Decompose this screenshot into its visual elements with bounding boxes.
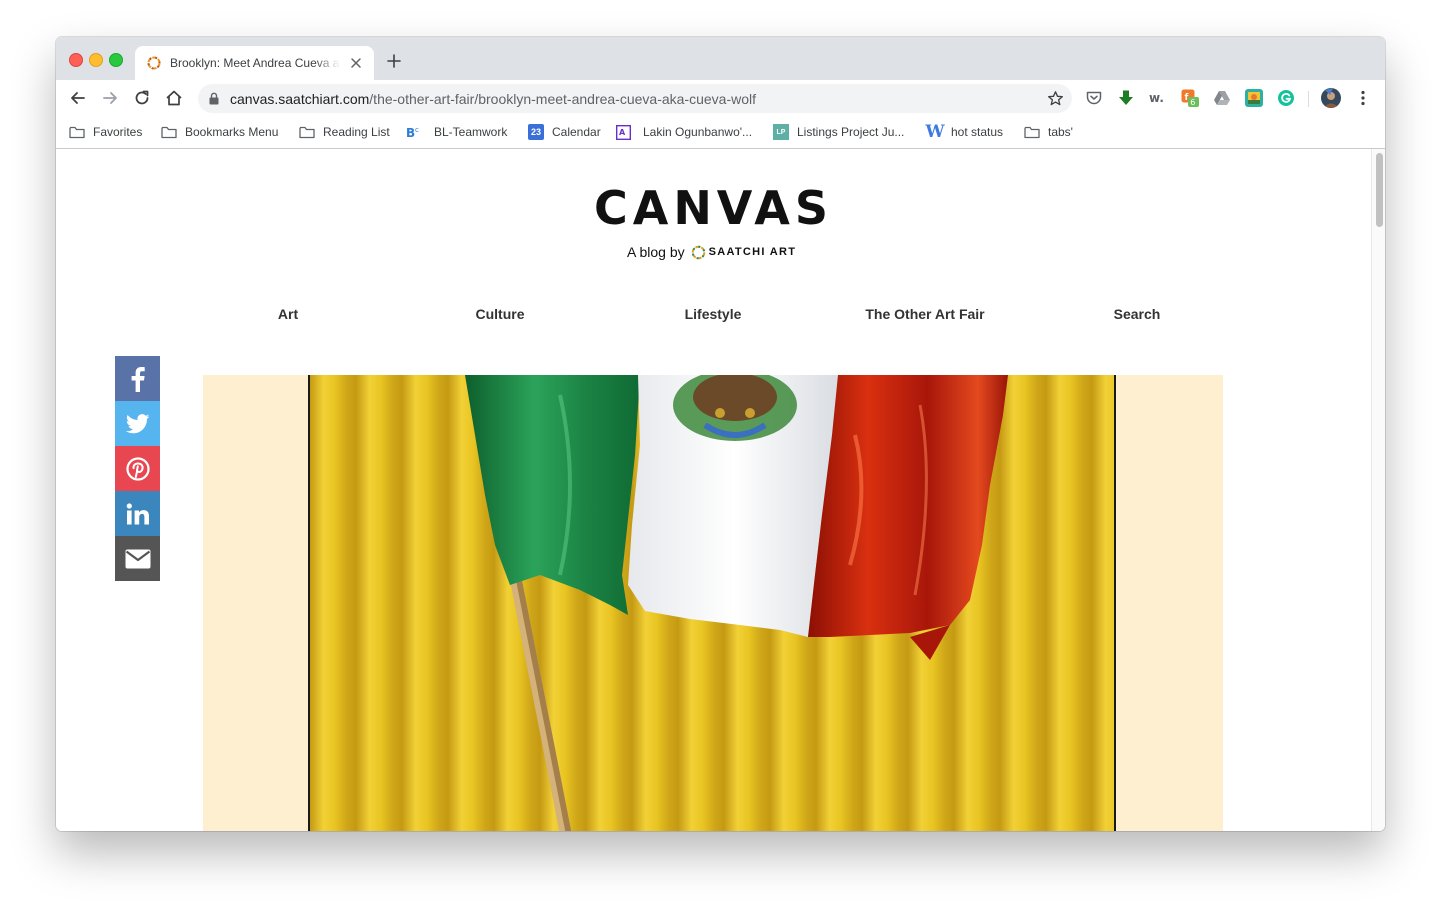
grammarly-icon[interactable]: [1277, 89, 1295, 107]
close-window-button[interactable]: [69, 53, 83, 67]
reload-icon[interactable]: [132, 88, 152, 108]
url-text: canvas.saatchiart.com/the-other-art-fair…: [230, 91, 757, 107]
pinterest-icon: [125, 456, 150, 481]
forward-icon[interactable]: [100, 88, 120, 108]
svg-text:A: A: [619, 128, 626, 137]
saatchi-logo-icon: [691, 245, 705, 259]
share-email-button[interactable]: [115, 536, 160, 581]
pocket-icon[interactable]: [1085, 89, 1103, 107]
svg-text:c: c: [415, 126, 419, 134]
lock-icon: [209, 92, 219, 105]
scrollbar-thumb[interactable]: [1376, 153, 1383, 227]
bookmark-label: Bookmarks Menu: [185, 125, 279, 139]
toolbar-divider: [1308, 91, 1309, 107]
saatchi-favicon-icon: [147, 56, 161, 70]
nav-search[interactable]: Search: [1114, 306, 1161, 322]
folder-icon: [69, 126, 85, 138]
bookmark-label: Listings Project Ju...: [797, 125, 905, 139]
bookmark-label: Reading List: [323, 125, 390, 139]
minimize-window-button[interactable]: [89, 53, 103, 67]
folder-icon: [1024, 126, 1040, 138]
active-tab[interactable]: Brooklyn: Meet Andrea Cueva aka Cueva Wo…: [135, 46, 374, 80]
main-nav: Art Culture Lifestyle The Other Art Fair…: [56, 306, 1371, 326]
bookmark-reading-list[interactable]: Reading List: [299, 123, 390, 141]
bookmark-tabs[interactable]: tabs': [1024, 123, 1073, 141]
folder-icon: [299, 126, 315, 138]
bookmark-hot-status[interactable]: W hot status: [925, 122, 1004, 142]
bookmark-star-icon[interactable]: [1047, 90, 1064, 107]
extension-badge-icon[interactable]: f 6: [1181, 89, 1199, 107]
browser-toolbar: canvas.saatchiart.com/the-other-art-fair…: [56, 80, 1385, 117]
calendar-icon: 23: [528, 124, 544, 140]
tab-title: Brooklyn: Meet Andrea Cueva aka Cueva Wo…: [170, 56, 340, 70]
profile-avatar[interactable]: [1321, 88, 1341, 108]
bookmark-label: Lakin Ogunbanwo'...: [643, 125, 753, 139]
maximize-window-button[interactable]: [109, 53, 123, 67]
nav-the-other-art-fair[interactable]: The Other Art Fair: [865, 306, 984, 322]
download-arrow-icon[interactable]: [1117, 89, 1135, 107]
w-icon: W: [925, 122, 945, 142]
svg-text:w.: w.: [1149, 91, 1164, 105]
tab-strip: Brooklyn: Meet Andrea Cueva aka Cueva Wo…: [56, 37, 1385, 80]
close-tab-icon[interactable]: [348, 55, 364, 71]
byline-prefix: A blog by: [627, 244, 685, 260]
byline-brand[interactable]: SAATCHI ART: [709, 246, 797, 258]
nav-lifestyle[interactable]: Lifestyle: [685, 306, 742, 322]
site-byline: A blog by SAATCHI ART: [627, 243, 796, 261]
svg-text:B: B: [406, 126, 415, 139]
teamwork-icon: Bc: [406, 124, 426, 140]
bookmark-bookmarks-menu[interactable]: Bookmarks Menu: [161, 123, 278, 141]
nav-art[interactable]: Art: [278, 306, 298, 322]
new-tab-icon[interactable]: [386, 53, 402, 69]
hero-image[interactable]: [203, 375, 1223, 831]
mexican-flag-artwork: [310, 375, 1114, 831]
back-icon[interactable]: [68, 88, 88, 108]
bookmark-label: BL-Teamwork: [434, 125, 508, 139]
bookmark-bl-teamwork[interactable]: Bc BL-Teamwork: [406, 123, 508, 141]
email-icon: [125, 549, 150, 568]
share-facebook-button[interactable]: [115, 356, 160, 401]
linkedin-icon: [126, 502, 149, 524]
artsy-icon: A: [615, 124, 635, 140]
bookmark-lakin[interactable]: A Lakin Ogunbanwo'...: [615, 123, 753, 141]
share-linkedin-button[interactable]: [115, 491, 160, 536]
page-scrollbar[interactable]: [1371, 149, 1385, 831]
bookmark-calendar[interactable]: 23 Calendar: [528, 123, 601, 141]
page-content: CANVAS A blog by SAATCHI ART Art Culture…: [56, 149, 1371, 831]
home-icon[interactable]: [164, 88, 184, 108]
address-bar[interactable]: canvas.saatchiart.com/the-other-art-fair…: [198, 84, 1072, 113]
svg-text:6: 6: [1190, 98, 1195, 107]
photo-extension-icon[interactable]: [1245, 89, 1263, 107]
listings-project-icon: LP: [773, 124, 789, 140]
google-drive-icon[interactable]: [1213, 89, 1231, 107]
twitter-icon: [125, 413, 149, 433]
nav-culture[interactable]: Culture: [476, 306, 525, 322]
svg-text:f: f: [1185, 93, 1189, 103]
bookmark-label: Favorites: [93, 125, 143, 139]
wordtune-icon[interactable]: w.: [1149, 89, 1167, 107]
bookmark-favorites[interactable]: Favorites: [69, 123, 142, 141]
bookmark-listings-project[interactable]: LP Listings Project Ju...: [773, 123, 904, 141]
artwork: [308, 375, 1116, 831]
bookmark-label: Calendar: [552, 125, 601, 139]
browser-menu-icon[interactable]: [1354, 89, 1372, 107]
browser-window: Brooklyn: Meet Andrea Cueva aka Cueva Wo…: [56, 37, 1385, 831]
facebook-icon: [131, 366, 145, 392]
site-logo[interactable]: CANVAS: [56, 181, 1371, 235]
folder-icon: [161, 126, 177, 138]
bookmark-label: hot status: [951, 125, 1004, 139]
share-pinterest-button[interactable]: [115, 446, 160, 491]
bookmarks-bar: Favorites Bookmarks Menu Reading List Bc…: [56, 117, 1385, 149]
share-twitter-button[interactable]: [115, 401, 160, 446]
bookmark-label: tabs': [1048, 125, 1073, 139]
